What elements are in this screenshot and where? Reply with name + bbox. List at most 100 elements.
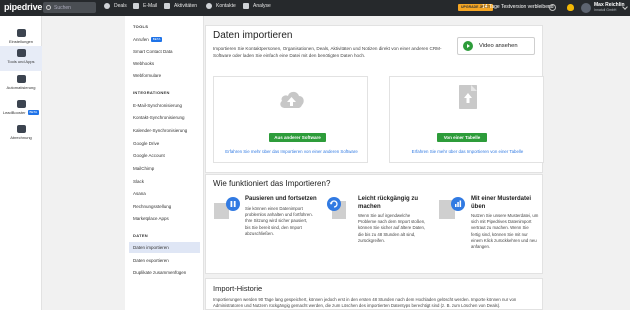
section-title-tools: TOOLS: [133, 24, 149, 29]
undo-icon: [327, 197, 346, 219]
submenu-item-label: Duplikate zusammenfügen: [133, 270, 187, 275]
how-item-body: Nutzen Sie unsere Musterdatei, um sich m…: [471, 213, 539, 250]
submenu-item-label: Kontakt-Synchronisierung: [133, 115, 185, 120]
iconnav-label: Einstellungen: [8, 39, 34, 44]
trial-remaining-text: 14 Tage Testversion verbleibend: [482, 4, 554, 10]
iconnav-label: Abrechnung: [10, 135, 32, 140]
iconnav-billing[interactable]: Abrechnung: [0, 122, 42, 147]
leadbooster-icon: [16, 100, 26, 108]
intro-text: Importieren Sie Kontaktpersonen, Organis…: [213, 46, 442, 58]
nav-deals-label: Deals: [114, 3, 127, 9]
watch-video-label: Video ansehen: [479, 43, 518, 49]
iconnav-label: Tools und Apps: [7, 59, 35, 64]
avatar[interactable]: [581, 3, 591, 13]
submenu-item-label: Smart Contact Data: [133, 49, 173, 54]
submenu-item-calendar-sync[interactable]: Kalender-Synchronisierung: [129, 125, 200, 136]
iconnav-label: Automatisierung: [6, 85, 36, 90]
pause-icon: [214, 197, 240, 219]
submenu-item-label: Webhooks: [133, 61, 155, 66]
import-from-software-button[interactable]: Aus anderer Software: [269, 133, 326, 142]
submenu-item-webhooks[interactable]: Webhooks: [129, 58, 200, 69]
iconnav-tools[interactable]: Tools und Apps: [0, 46, 42, 71]
contacts-icon: [206, 3, 212, 9]
cloud-upload-icon: [280, 91, 304, 108]
submenu-item-contact-sync[interactable]: Kontakt-Synchronisierung: [129, 112, 200, 123]
search-placeholder: Suchen: [54, 4, 71, 11]
how-item-body: Wenn Sie auf irgendwelche Probleme nach …: [358, 213, 426, 243]
submenu-item-export-data[interactable]: Daten exportieren: [129, 255, 200, 266]
automation-icon: [16, 75, 26, 83]
spreadsheet-upload-icon: [459, 85, 477, 109]
beta-badge: BETA: [27, 110, 40, 115]
submenu-item-label: Rechnungsstellung: [133, 204, 172, 209]
submenu-item-label: Webformulare: [133, 73, 162, 78]
import-from-spreadsheet-button[interactable]: Von einer Tabelle: [437, 133, 487, 142]
section-title-data: DATEN: [133, 233, 148, 238]
iconnav-leadbooster[interactable]: LeadBooster BETA: [0, 97, 42, 122]
submenu-item-slack[interactable]: Slack: [129, 176, 200, 187]
play-icon: [463, 41, 473, 51]
submenu-item-invoicing[interactable]: Rechnungsstellung: [129, 201, 200, 212]
submenu-item-label: Daten importieren: [133, 245, 169, 250]
search-input[interactable]: Suchen: [43, 2, 96, 13]
how-item-heading: Mit einer Musterdatei üben: [471, 196, 532, 210]
import-history-title: Import-Historie: [213, 284, 263, 293]
submenu-item-label: Asana: [133, 191, 146, 196]
import-from-software-box: Aus anderer Software Erfahren Sie mehr ü…: [213, 76, 368, 163]
import-history-text: Importierungen werden 90 Tage lang gespe…: [213, 297, 517, 308]
submenu-item-merge-duplicates[interactable]: Duplikate zusammenfügen: [129, 267, 200, 278]
iconnav-automation[interactable]: Automatisierung: [0, 72, 42, 97]
submenu-item-webforms[interactable]: Webformulare: [129, 70, 200, 81]
help-icon[interactable]: [549, 4, 556, 11]
top-bar: pipedrive Suchen Deals E-Mail Aktivitäte…: [0, 0, 630, 16]
watch-video-button[interactable]: Video ansehen: [457, 37, 535, 55]
nav-contacts-label: Kontakte: [216, 3, 236, 9]
nav-deals[interactable]: Deals: [104, 3, 127, 9]
submenu-item-call[interactable]: Anrufen BETA: [129, 34, 200, 45]
how-item-heading: Leicht rückgängig zu machen: [358, 196, 419, 210]
billing-icon: [16, 125, 26, 133]
lightbulb-icon[interactable]: [567, 4, 574, 11]
submenu-item-label: Daten exportieren: [133, 258, 169, 263]
tools-submenu: TOOLS Anrufen BETA Smart Contact Data Web…: [125, 16, 204, 310]
import-from-spreadsheet-box: Von einer Tabelle Erfahren Sie mehr über…: [389, 76, 544, 163]
submenu-item-label: MailChimp: [133, 166, 155, 171]
submenu-item-label: Google Account: [133, 153, 165, 158]
submenu-item-google-drive[interactable]: Google Drive: [129, 138, 200, 149]
nav-activities-label: Aktivitäten: [174, 3, 198, 9]
submenu-item-smart-contact-data[interactable]: Smart Contact Data: [129, 46, 200, 57]
nav-contacts[interactable]: Kontakte: [206, 3, 236, 9]
nav-activities[interactable]: Aktivitäten: [164, 3, 197, 9]
submenu-item-marketplace-apps[interactable]: Marketplace Apps: [129, 213, 200, 224]
submenu-item-label: Anrufen: [133, 37, 149, 42]
chevron-down-icon[interactable]: [622, 4, 628, 10]
nav-analysis[interactable]: Analyse: [243, 3, 271, 9]
submenu-item-label: Kalender-Synchronisierung: [133, 128, 188, 133]
nav-email-label: E-Mail: [143, 3, 158, 9]
learn-more-spreadsheet-link[interactable]: Erfahren Sie mehr über das Importieren v…: [390, 149, 545, 154]
settings-icon: [16, 29, 26, 37]
how-item-body: Sie können einen Datenimport problemlos …: [245, 206, 313, 236]
submenu-item-label: Google Drive: [133, 141, 160, 146]
submenu-item-import-data[interactable]: Daten importieren: [129, 242, 200, 253]
trend-icon: [243, 3, 249, 9]
dollar-icon: [104, 3, 110, 9]
calendar-icon: [164, 3, 170, 9]
how-item-heading: Pausieren und fortsetzen: [245, 196, 317, 202]
nav-analysis-label: Analyse: [253, 3, 271, 9]
settings-nav: Einstellungen Tools und Apps Automatisie…: [0, 16, 42, 310]
user-org: Innatuli GmbH: [594, 8, 617, 12]
section-title-integrations: INTEGRATIONEN: [133, 90, 170, 95]
submenu-item-email-sync[interactable]: E-Mail-Synchronisierung: [129, 100, 200, 111]
sample-file-icon: [439, 197, 465, 219]
tools-icon: [16, 49, 26, 57]
submenu-item-mailchimp[interactable]: MailChimp: [129, 163, 200, 174]
pipedrive-logo[interactable]: pipedrive: [4, 2, 42, 12]
nav-email[interactable]: E-Mail: [133, 3, 157, 9]
submenu-item-asana[interactable]: Asana: [129, 188, 200, 199]
search-icon: [46, 5, 51, 10]
submenu-item-label: Slack: [133, 179, 145, 184]
page-title: Daten importieren: [213, 30, 293, 41]
submenu-item-google-account[interactable]: Google Account: [129, 150, 200, 161]
learn-more-software-link[interactable]: Erfahren Sie mehr über das Importieren v…: [214, 149, 369, 154]
